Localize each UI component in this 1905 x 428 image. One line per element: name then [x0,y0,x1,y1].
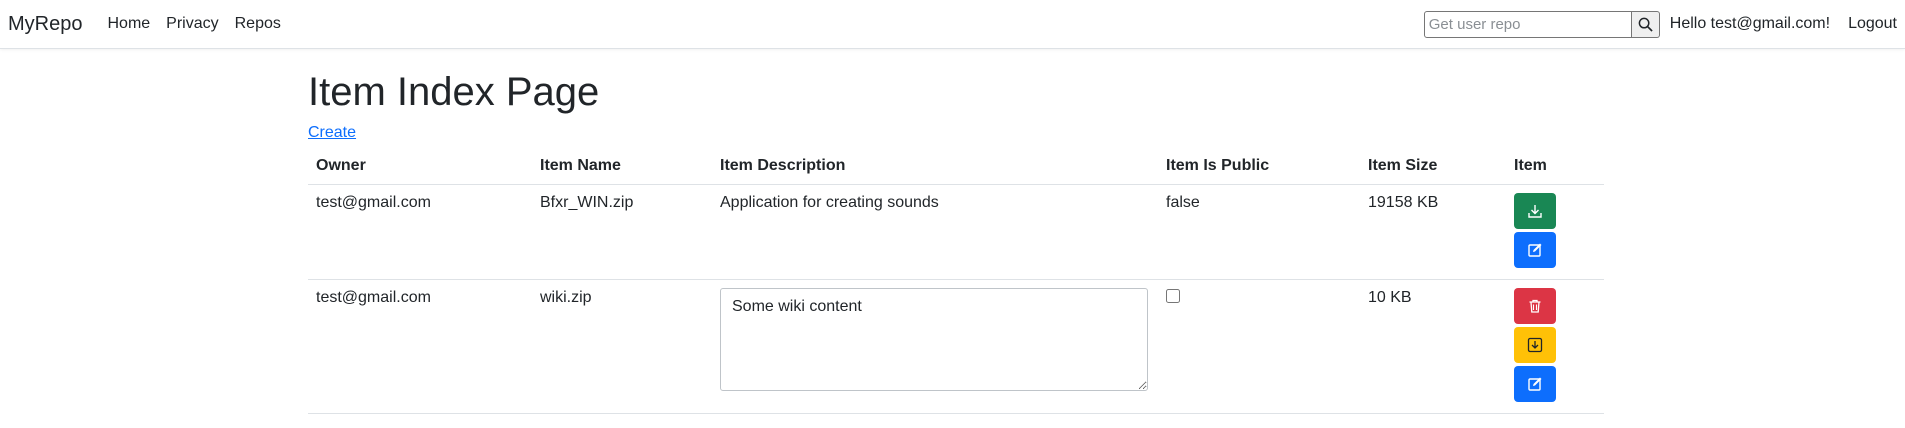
edit-button[interactable] [1514,232,1556,268]
delete-button[interactable] [1514,288,1556,324]
search-form [1423,10,1660,38]
header-item-size: Item Size [1360,148,1506,185]
cell-item-actions [1506,184,1604,280]
search-button[interactable] [1631,10,1660,38]
nav-repos-link[interactable]: Repos [235,15,281,33]
nav-privacy-link[interactable]: Privacy [166,15,218,33]
nav-home-link[interactable]: Home [107,15,150,33]
user-greeting: Hello test@gmail.com! [1669,15,1831,32]
edit-icon [1528,377,1542,391]
trash-icon [1529,299,1541,313]
cell-owner: test@gmail.com [308,184,532,280]
header-item-name: Item Name [532,148,712,185]
page-title: Item Index Page [308,70,600,114]
search-input[interactable] [1423,10,1632,38]
cell-item-is-public: false [1158,184,1360,280]
cell-item-name: Bfxr_WIN.zip [532,184,712,280]
table-row: test@gmail.com Bfxr_WIN.zip Application … [308,184,1604,280]
header-item-description: Item Description [712,148,1158,185]
download-icon [1528,205,1542,218]
cell-item-description: Application for creating sounds [712,184,1158,280]
cell-item-actions [1506,279,1604,414]
header-item: Item [1506,148,1604,185]
navbar-right: Hello test@gmail.com! Logout [1423,0,1905,48]
save-download-icon [1527,337,1543,353]
table-header-row: Owner Item Name Item Description Item Is… [308,148,1604,185]
download-button[interactable] [1514,193,1556,229]
header-item-is-public: Item Is Public [1158,148,1360,185]
cell-item-description: Some wiki content [712,279,1158,414]
logout-link[interactable]: Logout [1848,15,1897,33]
cell-item-is-public [1158,279,1360,414]
save-button[interactable] [1514,327,1556,363]
cell-item-name: wiki.zip [532,279,712,414]
edit-button[interactable] [1514,366,1556,402]
cell-item-size: 19158 KB [1360,184,1506,280]
table-row: test@gmail.com wiki.zip Some wiki conten… [308,279,1604,414]
header-owner: Owner [308,148,532,185]
items-table: Owner Item Name Item Description Item Is… [308,148,1604,414]
cell-owner: test@gmail.com [308,279,532,414]
create-link[interactable]: Create [308,124,356,142]
search-icon [1638,17,1653,32]
cell-item-size: 10 KB [1360,279,1506,414]
is-public-checkbox[interactable] [1166,289,1180,303]
navbar: MyRepo Home Privacy Repos Hello test@gma… [0,0,1905,49]
description-textarea[interactable]: Some wiki content [720,288,1148,391]
edit-icon [1528,243,1542,257]
brand-link[interactable]: MyRepo [8,13,82,36]
